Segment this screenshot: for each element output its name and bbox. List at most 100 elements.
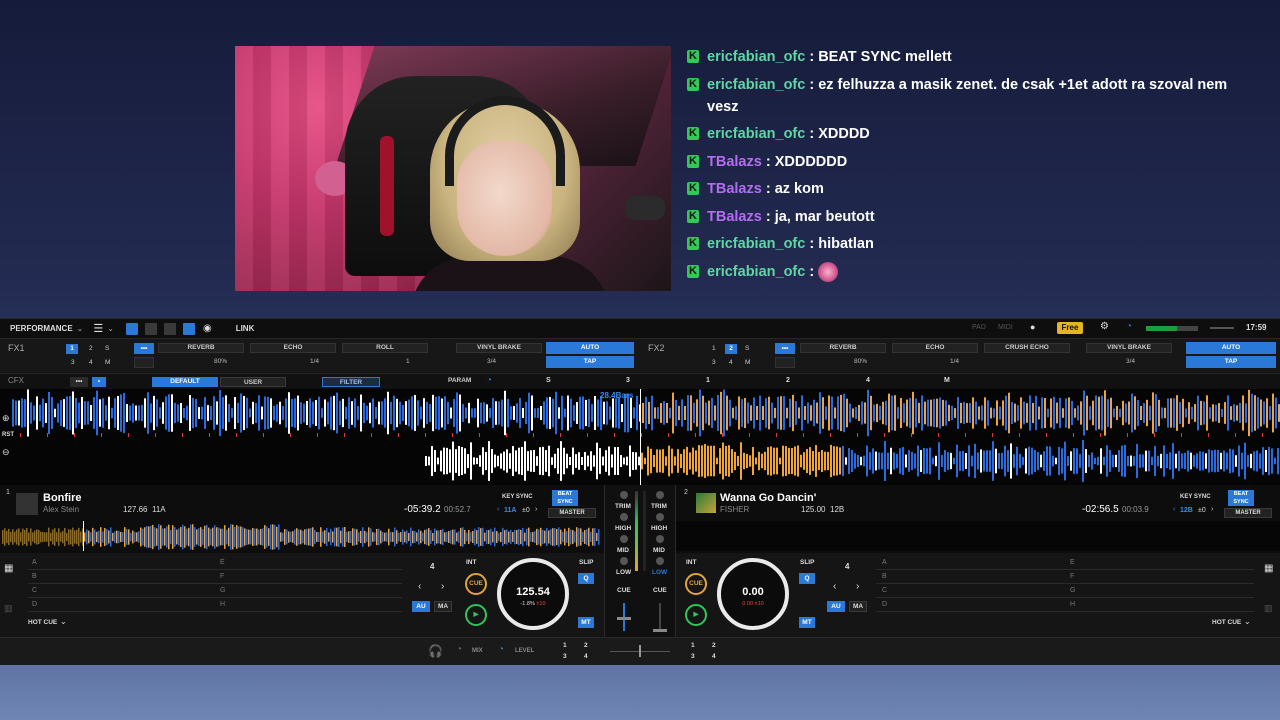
mixer-cue-1[interactable]: CUE bbox=[617, 587, 631, 594]
fx1-deck-2[interactable]: 2 bbox=[89, 345, 93, 352]
layout-button[interactable] bbox=[144, 322, 157, 335]
deck2-key-down[interactable]: ‹ bbox=[1173, 506, 1175, 513]
deck2-mt-button[interactable]: MT bbox=[799, 617, 815, 628]
fx1-slot-1[interactable]: REVERB bbox=[158, 343, 244, 353]
deck1-ma-button[interactable]: MA bbox=[434, 601, 452, 612]
fx2-slot-2[interactable]: ECHO bbox=[892, 343, 978, 353]
deck2-play-button[interactable]: ▶ bbox=[685, 604, 707, 626]
mid-knob-1[interactable] bbox=[620, 535, 628, 543]
deck2-loop-half[interactable]: ‹ bbox=[833, 581, 836, 592]
fx2-on-toggle[interactable] bbox=[775, 357, 795, 368]
info-icon[interactable]: ● bbox=[1030, 322, 1035, 332]
deck2-master-button[interactable]: MASTER bbox=[1224, 508, 1272, 518]
chat-username[interactable]: TBalazs bbox=[707, 181, 762, 197]
deck2-slip-button[interactable]: SLIP bbox=[800, 559, 814, 566]
deck1-beat-sync[interactable]: BEAT SYNC bbox=[552, 490, 578, 506]
deck2-pad-e[interactable]: E bbox=[1070, 559, 1075, 566]
chat-username[interactable]: ericfabian_ofc bbox=[707, 77, 805, 93]
deck1-master-button[interactable]: MASTER bbox=[548, 508, 596, 518]
trim-knob-1[interactable] bbox=[620, 491, 628, 499]
fx2-deck-3[interactable]: 3 bbox=[712, 359, 716, 366]
deck1-cue-button[interactable]: CUE bbox=[465, 573, 487, 595]
deck1-pad-a[interactable]: A bbox=[32, 559, 37, 566]
deck1-play-button[interactable]: ▶ bbox=[465, 604, 487, 626]
volume-fader-2[interactable] bbox=[659, 603, 661, 631]
level-knob-icon[interactable]: ◔ bbox=[498, 644, 504, 655]
chevron-down-icon[interactable]: ⌄ bbox=[77, 324, 84, 333]
param-knob-icon[interactable]: ◔ bbox=[486, 375, 492, 386]
deck2-pad-b[interactable]: B bbox=[882, 573, 887, 580]
low-knob-1[interactable] bbox=[620, 557, 628, 565]
deck2-quantize-button[interactable]: Q bbox=[799, 573, 815, 584]
zoom-out-icon[interactable]: ⊖ bbox=[2, 447, 10, 458]
mid-knob-2[interactable] bbox=[656, 535, 664, 543]
deck2-key-up[interactable]: › bbox=[1211, 506, 1213, 513]
fx2-slot-1[interactable]: REVERB bbox=[800, 343, 886, 353]
deck2-beat-count[interactable]: 4 bbox=[845, 562, 849, 571]
fx1-deck-m[interactable]: M bbox=[105, 359, 110, 366]
pad-toggle[interactable]: PAD bbox=[972, 324, 986, 331]
fx1-on-toggle[interactable] bbox=[134, 357, 154, 368]
high-knob-1[interactable] bbox=[620, 513, 628, 521]
deck1-key-up[interactable]: › bbox=[535, 506, 537, 513]
deck2-int-select[interactable]: INT bbox=[686, 559, 696, 566]
deck2-pad-a[interactable]: A bbox=[882, 559, 887, 566]
fx1-slot-3[interactable]: ROLL bbox=[342, 343, 428, 353]
fader-cap-2[interactable] bbox=[653, 629, 667, 632]
fx2-deck-1[interactable]: 1 bbox=[712, 345, 716, 352]
deck2-cue-button[interactable]: CUE bbox=[685, 573, 707, 595]
deck2-loop-double[interactable]: › bbox=[856, 581, 859, 592]
deck2-pad-f[interactable]: F bbox=[1070, 573, 1074, 580]
fx1-deck-1[interactable]: 1 bbox=[66, 344, 78, 354]
deck2-pad-c[interactable]: C bbox=[882, 587, 887, 594]
master-volume-slider[interactable] bbox=[1210, 327, 1234, 329]
grid-left-4[interactable]: 4 bbox=[584, 653, 588, 660]
grid-right-1[interactable]: 1 bbox=[691, 642, 695, 649]
chat-username[interactable]: TBalazs bbox=[707, 154, 762, 170]
fx1-deck-4[interactable]: 4 bbox=[89, 359, 93, 366]
fx1-tap-button[interactable]: TAP bbox=[546, 356, 634, 368]
chevron-down-icon[interactable]: ⌄ bbox=[1244, 617, 1251, 626]
gear-icon[interactable]: ⚙ bbox=[1100, 321, 1109, 332]
deck1-mt-button[interactable]: MT bbox=[578, 617, 594, 628]
deck2-ma-button[interactable]: MA bbox=[849, 601, 867, 612]
deck2-hot-cue-select[interactable]: HOT CUE bbox=[1212, 619, 1241, 626]
high-knob-2[interactable] bbox=[656, 513, 664, 521]
reset-zoom-button[interactable]: RST bbox=[2, 432, 14, 438]
cfx-more-button[interactable]: ••• bbox=[70, 377, 88, 387]
fx1-slot-4[interactable]: VINYL BRAKE bbox=[456, 343, 542, 353]
deck1-pad-c[interactable]: C bbox=[32, 587, 37, 594]
fx1-deck-3[interactable]: 3 bbox=[71, 359, 75, 366]
fx-layout-button[interactable] bbox=[125, 322, 138, 335]
deck1-jog-wheel[interactable]: 125.54 -1.8% ±10 bbox=[497, 558, 569, 630]
deck1-loop-half[interactable]: ‹ bbox=[418, 581, 421, 592]
fx1-deck-s[interactable]: S bbox=[105, 345, 109, 352]
chat-username[interactable]: ericfabian_ofc bbox=[707, 126, 805, 142]
chevron-down-icon[interactable]: ⌄ bbox=[107, 324, 114, 333]
crossfader-cap[interactable] bbox=[639, 645, 641, 657]
deck1-overview[interactable] bbox=[0, 521, 604, 551]
grid-right-2[interactable]: 2 bbox=[712, 642, 716, 649]
master-knob-icon[interactable]: ◔ bbox=[1126, 321, 1132, 332]
deck2-pad-g[interactable]: G bbox=[1070, 587, 1075, 594]
deck1-pad-e[interactable]: E bbox=[220, 559, 225, 566]
mixer-button[interactable] bbox=[182, 322, 195, 335]
fx1-more-button[interactable]: ••• bbox=[134, 343, 154, 354]
low-knob-2[interactable] bbox=[656, 557, 664, 565]
deck1-hot-cue-select[interactable]: HOT CUE bbox=[28, 619, 57, 626]
zoom-in-icon[interactable]: ⊕ bbox=[2, 413, 10, 424]
pad-grid-icon[interactable]: ▦ bbox=[1264, 563, 1273, 574]
fx2-deck-s[interactable]: S bbox=[745, 345, 749, 352]
waveform-small-icon[interactable]: ▥ bbox=[4, 603, 13, 614]
fx2-deck-m[interactable]: M bbox=[745, 359, 750, 366]
free-badge[interactable]: Free bbox=[1057, 322, 1083, 334]
deck2-pad-h[interactable]: H bbox=[1070, 601, 1075, 608]
grid-left-2[interactable]: 2 bbox=[584, 642, 588, 649]
trim-knob-2[interactable] bbox=[656, 491, 664, 499]
mixer-cue-2[interactable]: CUE bbox=[653, 587, 667, 594]
deck1-loop-double[interactable]: › bbox=[441, 581, 444, 592]
chat-username[interactable]: TBalazs bbox=[707, 209, 762, 225]
fx2-slot-4[interactable]: VINYL BRAKE bbox=[1086, 343, 1172, 353]
deck1-au-button[interactable]: AU bbox=[412, 601, 430, 612]
deck2-au-button[interactable]: AU bbox=[827, 601, 845, 612]
